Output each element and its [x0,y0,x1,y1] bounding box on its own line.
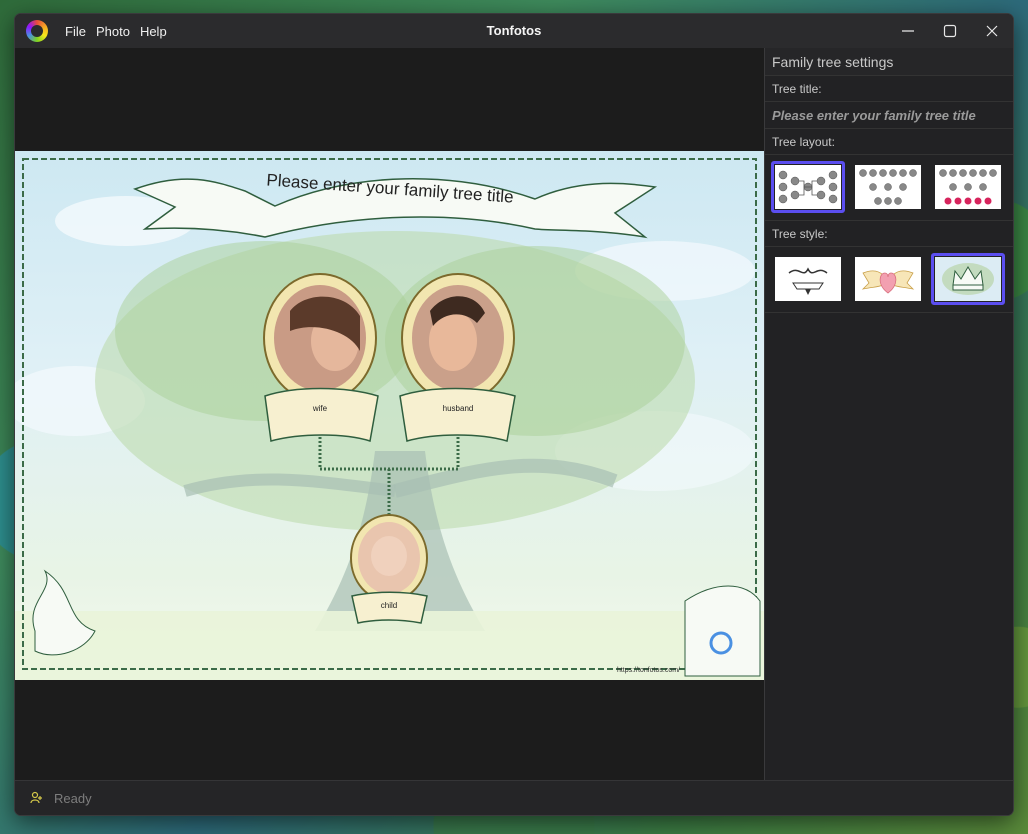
layout-option-vertical[interactable] [851,161,925,213]
tree-canvas-area[interactable]: Please enter your family tree title wife… [15,48,764,782]
close-button[interactable] [971,14,1013,48]
layout-colored-icon [939,169,997,205]
panel-header: Family tree settings [765,48,1013,76]
close-icon [986,25,998,37]
watermark-url: https://tonfotos.com/ [616,667,680,674]
style-heart-icon [861,270,915,294]
style-option-crown[interactable] [931,253,1005,305]
status-text: Ready [54,790,92,806]
tree-title-input[interactable] [765,102,1013,129]
layout-vertical-icon [859,169,917,205]
menu-help[interactable]: Help [135,24,172,39]
maximize-icon [943,24,957,38]
layout-option-colored[interactable] [931,161,1005,213]
style-option-classic[interactable] [771,253,845,305]
label-husband[interactable]: husband [428,404,488,413]
menu-bar: File Photo Help [60,24,172,39]
settings-panel: Family tree settings Tree title: Tree la… [764,48,1013,782]
menu-photo[interactable]: Photo [91,24,135,39]
label-wife[interactable]: wife [290,404,350,413]
style-option-heart[interactable] [851,253,925,305]
layout-option-horizontal[interactable] [771,161,845,213]
tree-title-label: Tree title: [765,76,1013,102]
app-window: File Photo Help Tonfotos Please enter yo… [14,13,1014,816]
minimize-button[interactable] [887,14,929,48]
label-child[interactable]: child [359,601,419,610]
tree-layout-options [765,155,1013,221]
tree-style-label: Tree style: [765,221,1013,247]
minimize-icon [902,30,914,32]
faces-icon [30,791,42,804]
tree-style-options [765,247,1013,313]
maximize-button[interactable] [929,14,971,48]
layout-horizontal-icon [778,170,838,204]
title-bar: File Photo Help Tonfotos [15,14,1013,48]
family-tree-preview[interactable]: Please enter your family tree title wife… [15,151,764,680]
window-controls [887,14,1013,48]
menu-file[interactable]: File [60,24,91,39]
tree-layout-label: Tree layout: [765,129,1013,155]
style-classic-icon [788,267,828,295]
status-bar: Ready [15,780,1013,815]
app-logo-icon [26,20,48,42]
style-crown-icon [942,263,994,295]
